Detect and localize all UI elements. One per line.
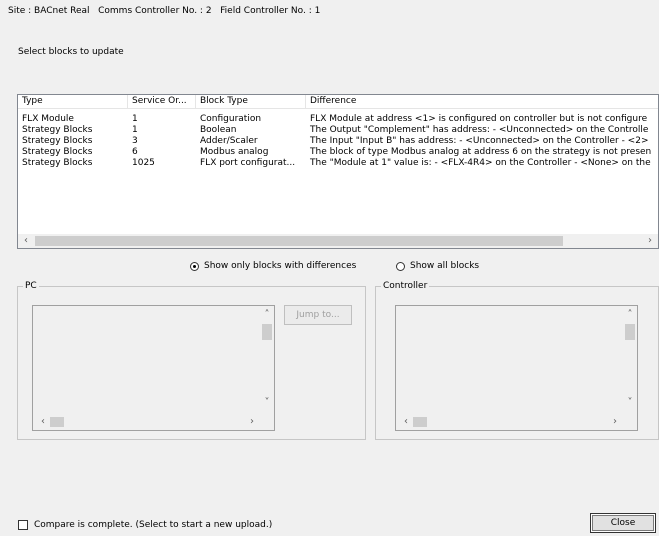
cell-block-type: Modbus analog [200,147,269,157]
pc-list[interactable]: ˄ ˅ ‹ › [32,305,275,431]
jump-to-button[interactable]: Jump to... [284,305,352,325]
table-header: Type Service Or... Block Type Difference [18,95,658,109]
scroll-right-icon[interactable]: › [608,415,622,429]
compare-complete-label[interactable]: Compare is complete. (Select to start a … [34,520,272,530]
scroll-left-icon[interactable]: ‹ [399,415,413,429]
cell-service-order: 1 [132,114,138,124]
checkbox-unchecked-icon[interactable] [18,520,28,530]
table-row[interactable]: Strategy Blocks 1 Boolean The Output "Co… [18,125,658,136]
table-horizontal-scrollbar[interactable]: ‹ › [18,234,658,248]
show-all-label[interactable]: Show all blocks [410,261,479,271]
show-differences-radio[interactable]: Show only blocks with differences [190,261,356,271]
site-label: Site : BACnet Real [8,6,90,16]
cell-block-type: Configuration [200,114,262,124]
cell-difference: The Input "Input B" has address: - <Unco… [310,136,649,146]
scroll-down-icon[interactable]: ˅ [260,396,274,410]
cell-difference: FLX Module at address <1> is configured … [310,114,648,124]
scroll-left-icon[interactable]: ‹ [36,415,50,429]
show-all-radio[interactable]: Show all blocks [396,261,479,271]
differences-table[interactable]: Type Service Or... Block Type Difference… [17,94,659,249]
cell-difference: The Output "Complement" has address: - <… [310,125,649,135]
cell-block-type: Boolean [200,125,237,135]
cell-block-type: FLX port configurat... [200,158,296,168]
controller-group: Controller ˄ ˅ ‹ › [375,281,659,440]
controller-info: Site : BACnet Real Comms Controller No. … [8,6,320,16]
compare-complete-checkbox[interactable]: Compare is complete. (Select to start a … [18,520,272,530]
cell-type: FLX Module [22,114,74,124]
pc-vertical-scrollbar[interactable]: ˄ ˅ [260,306,274,414]
cell-difference: The "Module at 1" value is: - <FLX-4R4> … [310,158,651,168]
cell-difference: The block of type Modbus analog at addre… [310,147,652,157]
table-row[interactable]: Strategy Blocks 1025 FLX port configurat… [18,158,658,169]
cell-type: Strategy Blocks [22,136,93,146]
column-header-service-order[interactable]: Service Or... [128,95,196,108]
scroll-thumb[interactable] [625,324,635,340]
scroll-up-icon[interactable]: ˄ [260,308,274,322]
comms-controller-label: Comms Controller No. : 2 [98,6,212,16]
show-differences-label[interactable]: Show only blocks with differences [204,261,356,271]
cell-service-order: 1025 [132,158,155,168]
cell-block-type: Adder/Scaler [200,136,258,146]
controller-horizontal-scrollbar[interactable]: ‹ › [396,414,625,430]
column-header-block-type[interactable]: Block Type [196,95,306,108]
scroll-thumb[interactable] [35,236,563,246]
cell-type: Strategy Blocks [22,158,93,168]
select-blocks-label: Select blocks to update [18,47,124,57]
scroll-thumb[interactable] [413,417,427,427]
field-controller-label: Field Controller No. : 1 [220,6,321,16]
cell-type: Strategy Blocks [22,147,93,157]
cell-service-order: 1 [132,125,138,135]
column-header-difference[interactable]: Difference [306,95,658,108]
scroll-thumb[interactable] [262,324,272,340]
scroll-left-icon[interactable]: ‹ [19,234,33,248]
radio-unselected-icon[interactable] [396,261,405,271]
controller-group-title: Controller [381,281,430,292]
controller-vertical-scrollbar[interactable]: ˄ ˅ [623,306,637,414]
column-header-type[interactable]: Type [18,95,128,108]
table-row[interactable]: Strategy Blocks 3 Adder/Scaler The Input… [18,136,658,147]
radio-selected-icon[interactable] [190,261,199,271]
controller-list[interactable]: ˄ ˅ ‹ › [395,305,638,431]
pc-group: PC ˄ ˅ ‹ › Jump to... [17,281,366,440]
cell-type: Strategy Blocks [22,125,93,135]
close-button[interactable]: Close [590,513,656,533]
scroll-down-icon[interactable]: ˅ [623,396,637,410]
scroll-up-icon[interactable]: ˄ [623,308,637,322]
table-row[interactable]: Strategy Blocks 6 Modbus analog The bloc… [18,147,658,158]
cell-service-order: 6 [132,147,138,157]
table-row[interactable]: FLX Module 1 Configuration FLX Module at… [18,114,658,125]
cell-service-order: 3 [132,136,138,146]
pc-horizontal-scrollbar[interactable]: ‹ › [33,414,262,430]
pc-group-title: PC [23,281,39,292]
scroll-right-icon[interactable]: › [245,415,259,429]
scroll-thumb[interactable] [50,417,64,427]
scroll-right-icon[interactable]: › [643,234,657,248]
